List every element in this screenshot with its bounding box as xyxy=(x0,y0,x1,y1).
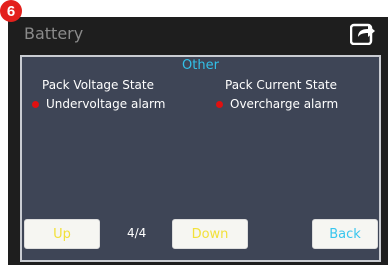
up-button[interactable]: Up xyxy=(24,219,100,249)
page-title: Battery xyxy=(24,24,84,43)
step-badge: 6 xyxy=(0,0,22,22)
pack-current-alarm: Overcharge alarm xyxy=(216,97,338,111)
share-icon[interactable] xyxy=(349,21,376,46)
pack-current-state-label: Pack Current State xyxy=(225,78,338,92)
alarm-dot-icon xyxy=(32,100,39,108)
section-title: Other xyxy=(182,58,219,73)
back-button[interactable]: Back xyxy=(312,219,378,249)
pack-voltage-state-label: Pack Voltage State xyxy=(42,78,155,92)
page-indicator: 4/4 xyxy=(127,226,147,240)
battery-screen: Battery Other Pack Voltage State Undervo… xyxy=(8,17,388,265)
pack-current-alarm-text: Overcharge alarm xyxy=(230,97,339,111)
other-state-panel: Other Pack Voltage State Undervoltage al… xyxy=(20,55,381,262)
down-button[interactable]: Down xyxy=(172,219,248,249)
pack-voltage-alarm: Undervoltage alarm xyxy=(32,97,165,111)
alarm-dot-icon xyxy=(216,100,223,108)
pack-voltage-alarm-text: Undervoltage alarm xyxy=(46,97,166,111)
